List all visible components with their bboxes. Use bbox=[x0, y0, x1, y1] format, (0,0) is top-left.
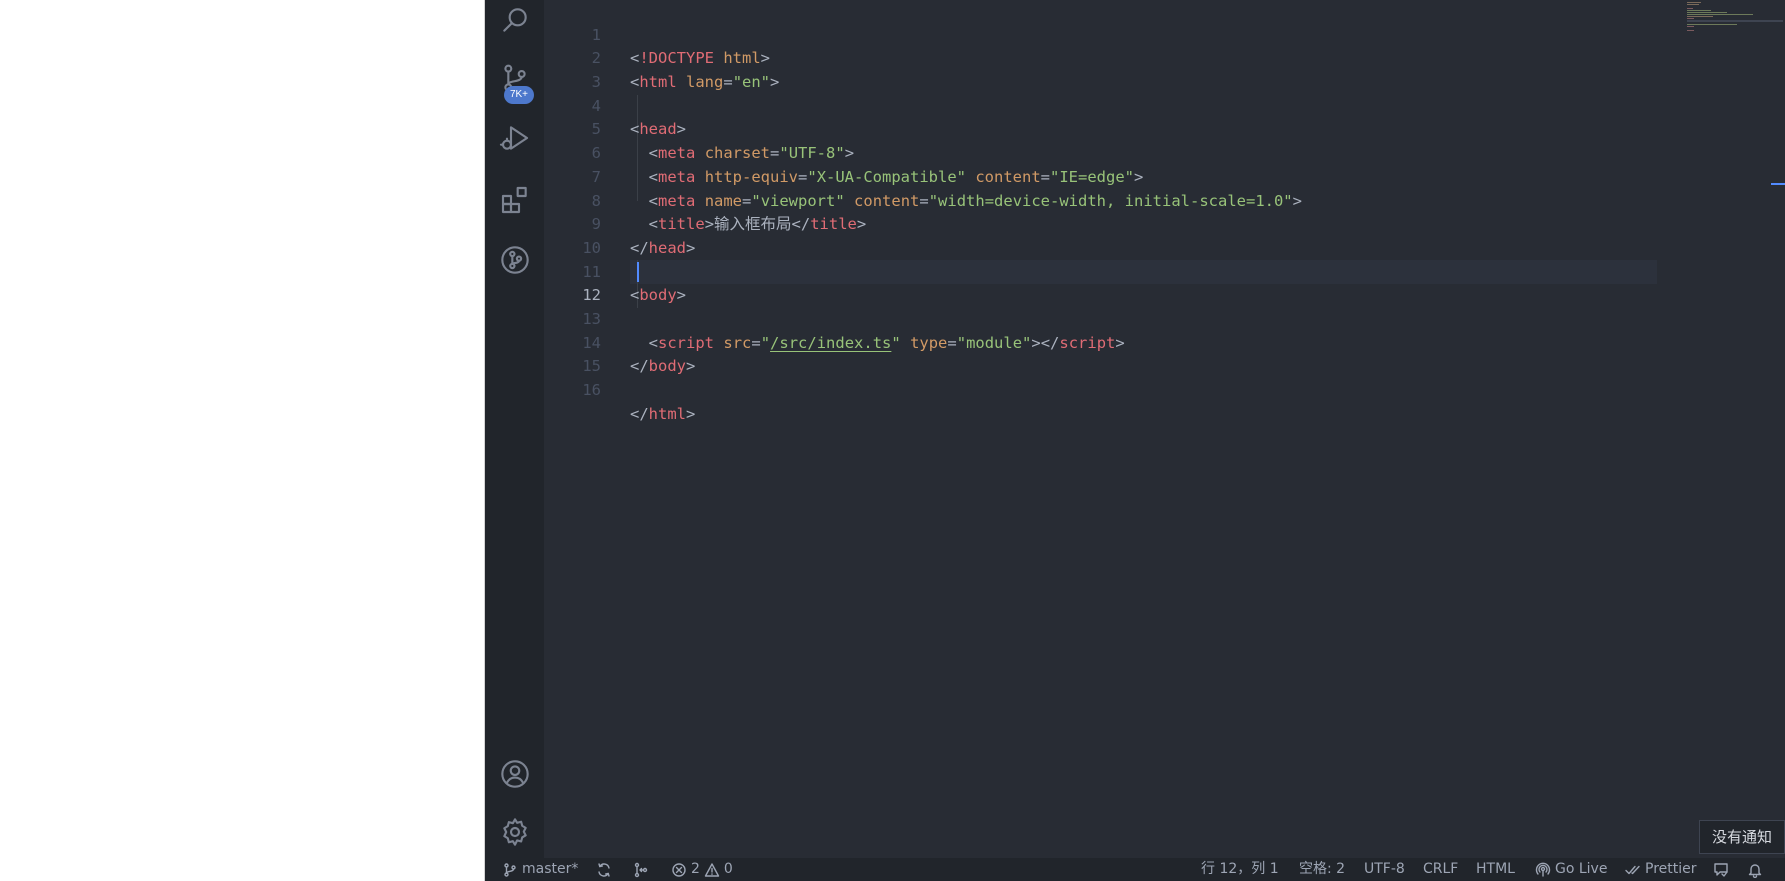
screen: 7K+ 1 <!DOCTYPE html> 2 <html lang="en">… bbox=[0, 0, 1785, 881]
code-line: 8 <title>输入框布局</title> bbox=[544, 166, 1704, 234]
code-line: 7 <meta name="viewport" content="width=d… bbox=[544, 142, 1704, 210]
minimap-line bbox=[1687, 30, 1694, 31]
vscode-window: 7K+ 1 <!DOCTYPE html> 2 <html lang="en">… bbox=[485, 0, 1785, 881]
broadcast-icon bbox=[1535, 862, 1551, 877]
warning-icon bbox=[704, 862, 720, 877]
prettier-label: Prettier bbox=[1645, 861, 1697, 877]
extensions-icon[interactable] bbox=[485, 174, 544, 226]
code-line: 1 <!DOCTYPE html> bbox=[544, 0, 1704, 68]
code-line: 9 </head> bbox=[544, 190, 1704, 257]
feedback-button[interactable] bbox=[1713, 858, 1729, 881]
code-line: 14 </body> bbox=[544, 308, 1704, 376]
feedback-icon bbox=[1714, 862, 1728, 877]
status-bar: master* 2 0 行 12，列 1 空格: 2 UTF-8 CRLF HT… bbox=[485, 858, 1785, 881]
minimap-line bbox=[1687, 24, 1737, 25]
go-live-button[interactable]: Go Live bbox=[1535, 858, 1607, 881]
code-line: 11 <body> bbox=[544, 237, 1704, 305]
warning-count: 0 bbox=[723, 861, 733, 877]
sync-button[interactable] bbox=[596, 858, 612, 881]
language-mode[interactable]: HTML bbox=[1476, 858, 1515, 881]
blank-browser-preview-pane bbox=[0, 0, 485, 881]
git-graph-icon[interactable] bbox=[485, 234, 544, 286]
code-line: 15 bbox=[544, 332, 1704, 375]
code-line: 2 <html lang="en"> bbox=[544, 24, 1704, 91]
problems-indicator[interactable]: 2 0 bbox=[671, 858, 733, 881]
minimap[interactable] bbox=[1673, 0, 1785, 858]
no-notifications-tooltip: 没有通知 bbox=[1699, 820, 1785, 854]
source-control-badge: 7K+ bbox=[504, 86, 534, 104]
minimap-line bbox=[1687, 8, 1693, 9]
minimap-line bbox=[1687, 16, 1713, 17]
line-ending-setting[interactable]: CRLF bbox=[1423, 858, 1458, 881]
branch-indicator[interactable]: master* bbox=[502, 858, 578, 881]
error-icon bbox=[672, 862, 686, 877]
git-compare-icon bbox=[634, 862, 648, 877]
code-line: 4 <head> bbox=[544, 71, 1704, 139]
git-branch-icon bbox=[504, 862, 516, 877]
code-line: 3 bbox=[544, 47, 1704, 91]
line-content: </html> bbox=[630, 404, 696, 423]
code-line: 6 <meta http-equiv="X-UA-Compatible" con… bbox=[544, 118, 1704, 186]
run-debug-icon[interactable] bbox=[485, 112, 544, 164]
minimap-line bbox=[1687, 14, 1753, 15]
branch-name: master* bbox=[522, 861, 579, 877]
minimap-line bbox=[1687, 10, 1711, 11]
minimap-line bbox=[1687, 12, 1727, 13]
notifications-button[interactable] bbox=[1747, 858, 1763, 881]
minimap-line bbox=[1687, 2, 1701, 3]
code-line: 10 bbox=[544, 213, 1704, 257]
go-live-label: Go Live bbox=[1555, 861, 1608, 877]
scrollbar-cursor-marker bbox=[1771, 183, 1785, 185]
error-count: 2 bbox=[691, 861, 700, 877]
indentation-setting[interactable]: 空格: 2 bbox=[1299, 858, 1345, 881]
cursor-position[interactable]: 行 12，列 1 bbox=[1201, 858, 1279, 881]
code-line: 12 bbox=[544, 261, 1704, 304]
settings-gear-icon[interactable] bbox=[485, 806, 544, 858]
source-control-icon[interactable]: 7K+ bbox=[485, 52, 544, 104]
code-line: 16 </html> bbox=[544, 355, 1704, 423]
code-line: 5 <meta charset="UTF-8"> bbox=[544, 95, 1704, 162]
encoding-setting[interactable]: UTF-8 bbox=[1364, 858, 1405, 881]
git-graph-status-button[interactable] bbox=[633, 858, 649, 881]
minimap-line bbox=[1687, 18, 1694, 19]
activity-bar: 7K+ bbox=[485, 0, 544, 858]
prettier-button[interactable]: Prettier bbox=[1625, 858, 1697, 881]
bell-icon bbox=[1748, 863, 1762, 878]
double-check-icon bbox=[1625, 865, 1640, 874]
minimap-line bbox=[1687, 26, 1694, 27]
line-number: 16 bbox=[582, 381, 601, 400]
minimap-line bbox=[1687, 4, 1699, 5]
account-icon[interactable] bbox=[485, 748, 544, 800]
code-editor[interactable]: 1 <!DOCTYPE html> 2 <html lang="en"> 3 4… bbox=[544, 0, 1785, 858]
sync-icon bbox=[598, 862, 610, 877]
code-lines: 1 <!DOCTYPE html> 2 <html lang="en"> 3 4… bbox=[544, 0, 1704, 423]
code-line: 13 <script src="/src/index.ts" type="mod… bbox=[544, 284, 1704, 352]
minimap-current-line bbox=[1687, 20, 1783, 22]
search-icon[interactable] bbox=[485, 0, 544, 46]
